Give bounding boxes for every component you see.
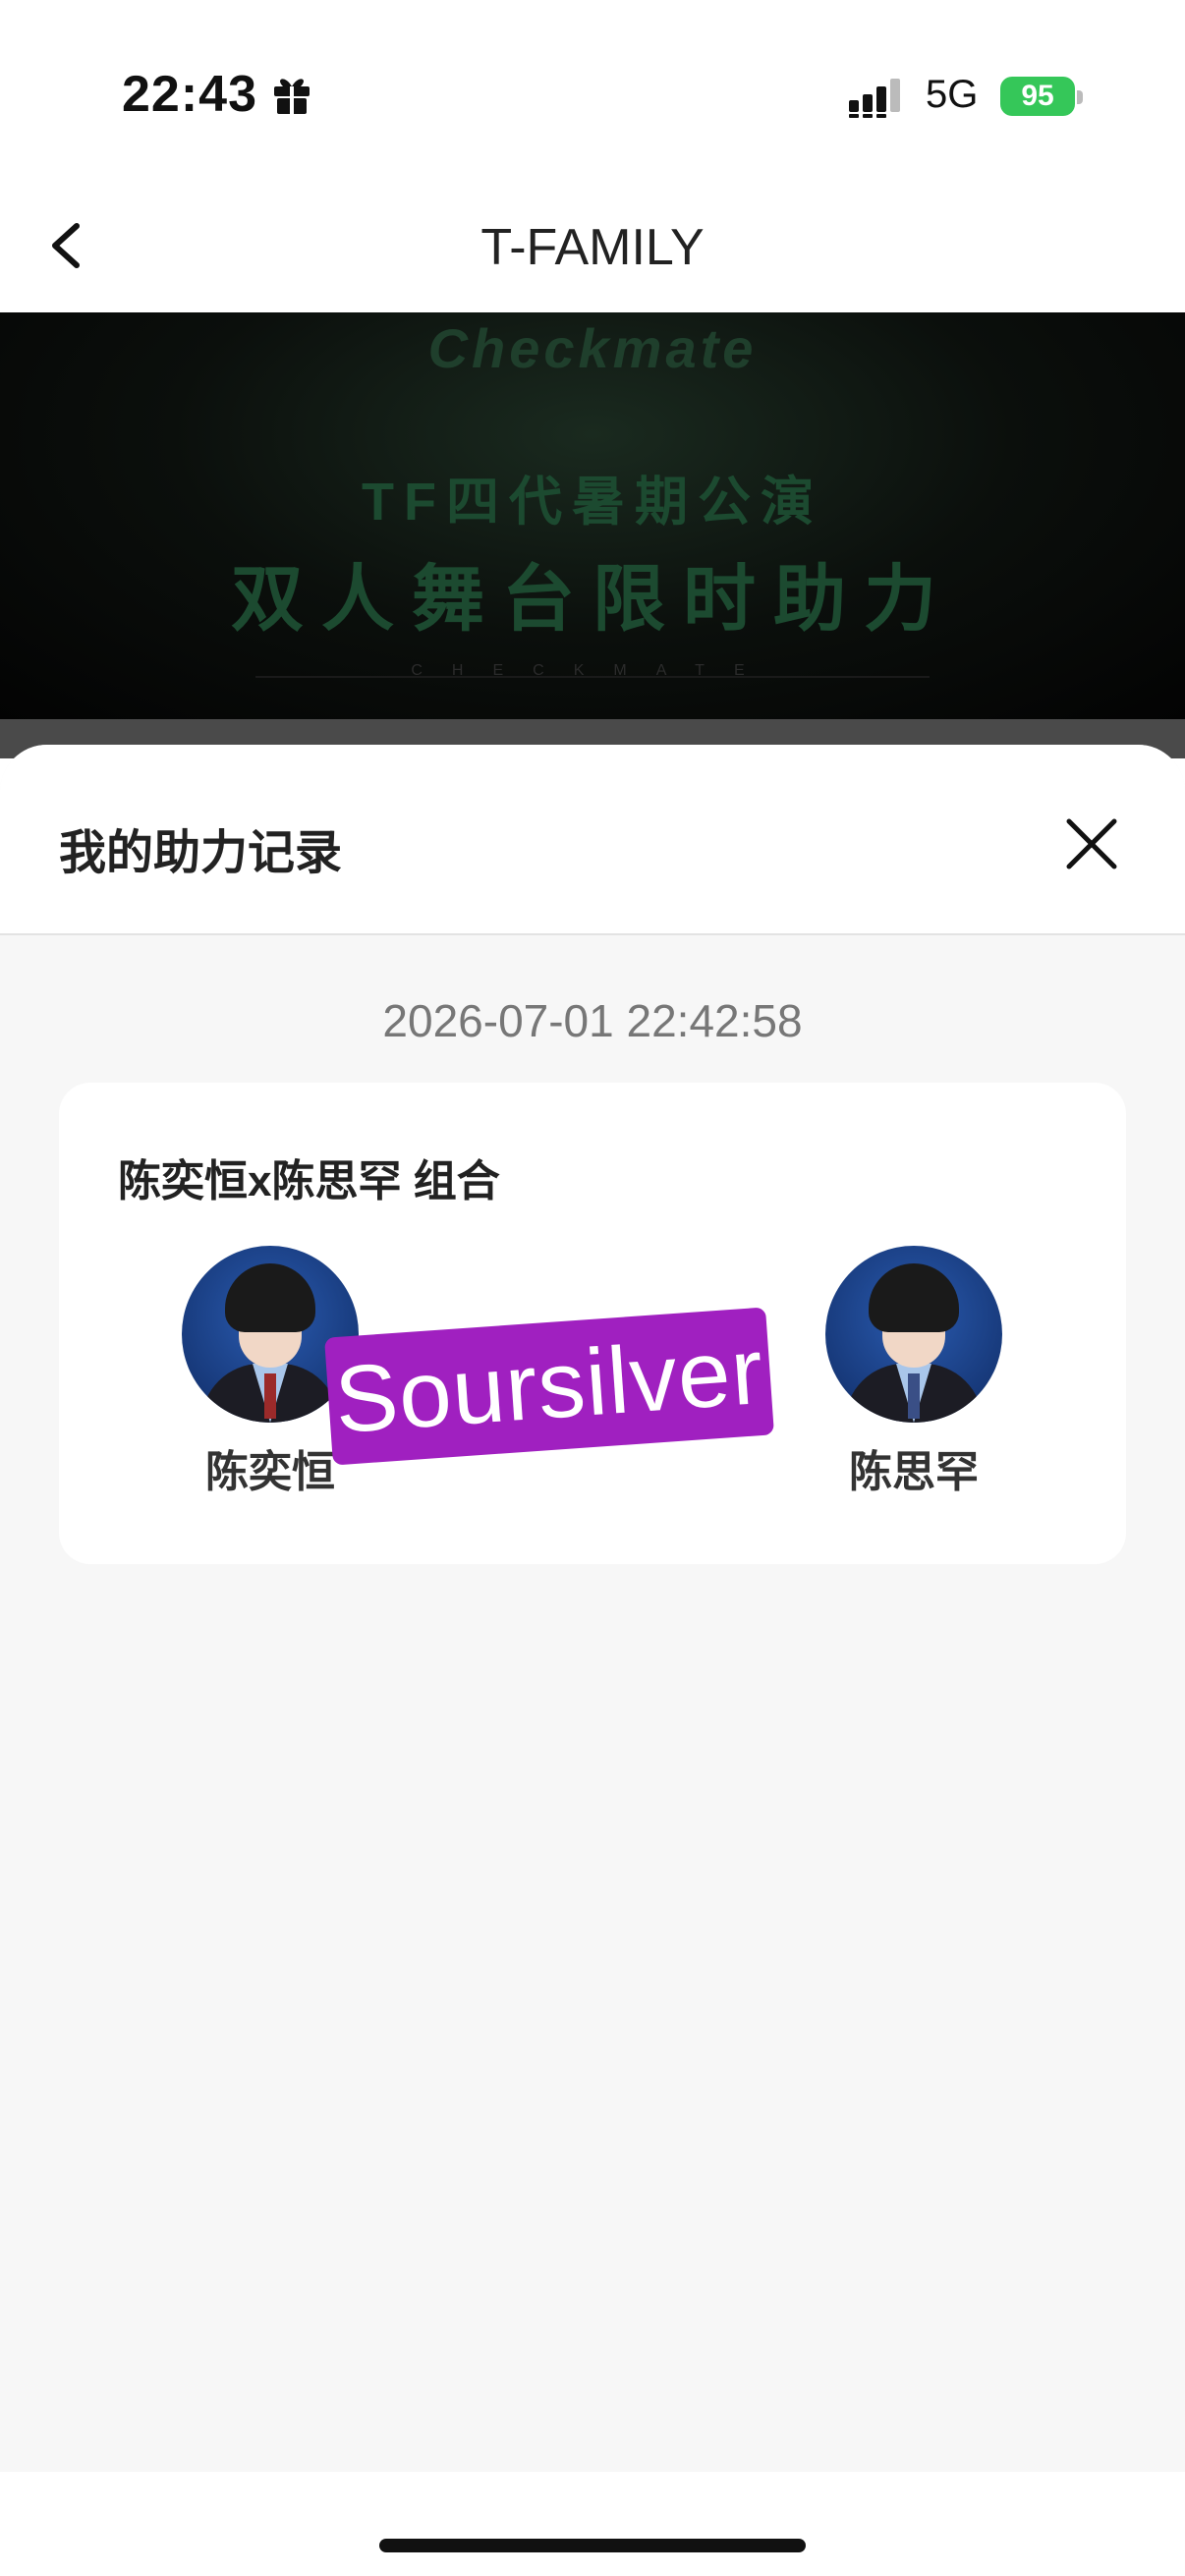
banner-headline: 双人舞台限时助力	[231, 558, 954, 640]
back-arrow-icon[interactable]	[39, 216, 94, 275]
watermark-text: Soursilver	[331, 1317, 767, 1454]
status-time: 22:43	[122, 66, 257, 123]
bottom-safe-area	[0, 2472, 1185, 2576]
group-title: 陈奕恒x陈思罕 组合	[118, 1157, 500, 1205]
close-icon[interactable]	[1061, 813, 1122, 874]
banner-logo: Checkmate	[427, 317, 758, 379]
support-record-sheet: 我的助力记录 2026-07-01 22:42:58 陈奕恒x陈思罕 组合 陈奕…	[0, 745, 1185, 2576]
event-banner: Checkmate TF四代暑期公演 双人舞台限时助力 CHECKMATE	[0, 312, 1185, 719]
sheet-title: 我的助力记录	[59, 827, 343, 879]
battery-indicator: 95	[1000, 77, 1075, 116]
record-timestamp: 2026-07-01 22:42:58	[382, 995, 803, 1046]
status-bar: 22:43 5G 95	[0, 0, 1185, 177]
sheet-header: 我的助力记录	[0, 745, 1185, 935]
page-title: T-FAMILY	[480, 219, 705, 276]
home-indicator[interactable]	[379, 2539, 806, 2552]
network-type: 5G	[926, 73, 979, 116]
nav-bar: T-FAMILY	[0, 177, 1185, 312]
member-card-2[interactable]: 陈思罕	[816, 1246, 1012, 1499]
member-name: 陈思罕	[849, 1448, 979, 1496]
signal-icon	[849, 79, 900, 118]
avatar	[825, 1246, 1002, 1423]
gift-icon	[274, 79, 310, 114]
banner-tagline: CHECKMATE	[411, 662, 774, 679]
banner-subtitle: TF四代暑期公演	[362, 473, 823, 532]
battery-level: 95	[1021, 80, 1054, 112]
battery-cap	[1077, 90, 1083, 104]
